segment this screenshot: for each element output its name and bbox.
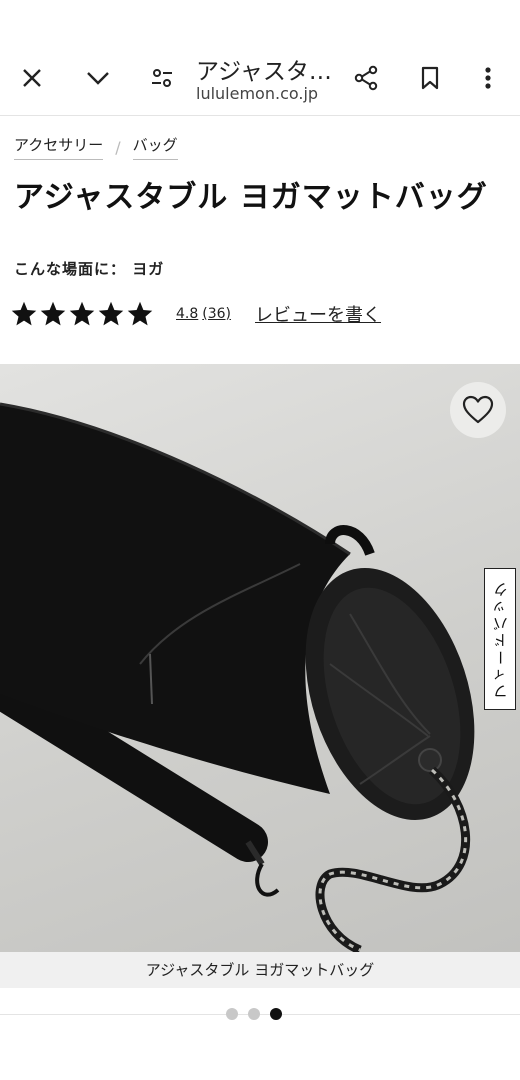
site-settings-button[interactable] [142,58,182,98]
yoga-mat-bag-illustration [0,402,475,952]
page-title[interactable]: アジャスタ… [196,52,331,86]
breadcrumb: アクセサリー / バッグ [14,134,178,160]
carousel-indicator [226,1008,282,1020]
product-occasion: こんな場面に： ヨガ [14,260,165,278]
browser-top-bar: アジャスタ… lululemon.co.jp [0,0,520,116]
breadcrumb-item-accessories[interactable]: アクセサリー [14,134,104,160]
rating-value[interactable]: 4.8 [176,306,198,322]
product-image[interactable] [0,364,520,952]
tune-icon [152,69,172,87]
heart-icon [462,395,494,424]
carousel-dot[interactable] [226,1008,238,1020]
star-icon [69,301,95,326]
share-icon [354,65,378,91]
breadcrumb-separator: / [115,137,121,157]
star-icon [98,301,124,326]
feedback-tab-label: フィードバック [491,579,510,699]
carousel-dot[interactable] [248,1008,260,1020]
collapse-button[interactable] [78,58,118,98]
product-title: アジャスタブル ヨガマットバッグ [14,180,488,215]
chevron-down-icon [87,72,109,85]
feedback-tab[interactable]: フィードバック [484,568,516,710]
page-continuation [0,1014,520,1080]
write-review-link[interactable]: レビューを書く [255,301,381,327]
star-icon [40,301,66,326]
share-button[interactable] [346,58,386,98]
breadcrumb-item-bags[interactable]: バッグ [132,134,178,160]
image-caption: アジャスタブル ヨガマットバッグ [0,952,520,988]
review-count[interactable]: (36) [202,306,231,322]
bookmark-button[interactable] [410,58,450,98]
carousel-dot-active[interactable] [270,1008,282,1020]
close-button[interactable] [12,58,52,98]
page-url[interactable]: lululemon.co.jp [196,84,318,103]
rating-row: 4.8 (36) レビューを書く [10,300,381,328]
more-vert-icon [485,67,491,89]
more-options-button[interactable] [468,58,508,98]
star-rating [10,300,154,328]
star-icon [127,301,153,326]
bookmark-icon [421,66,439,90]
favorite-button[interactable] [450,382,506,438]
star-icon [11,301,37,326]
close-icon [23,69,41,87]
